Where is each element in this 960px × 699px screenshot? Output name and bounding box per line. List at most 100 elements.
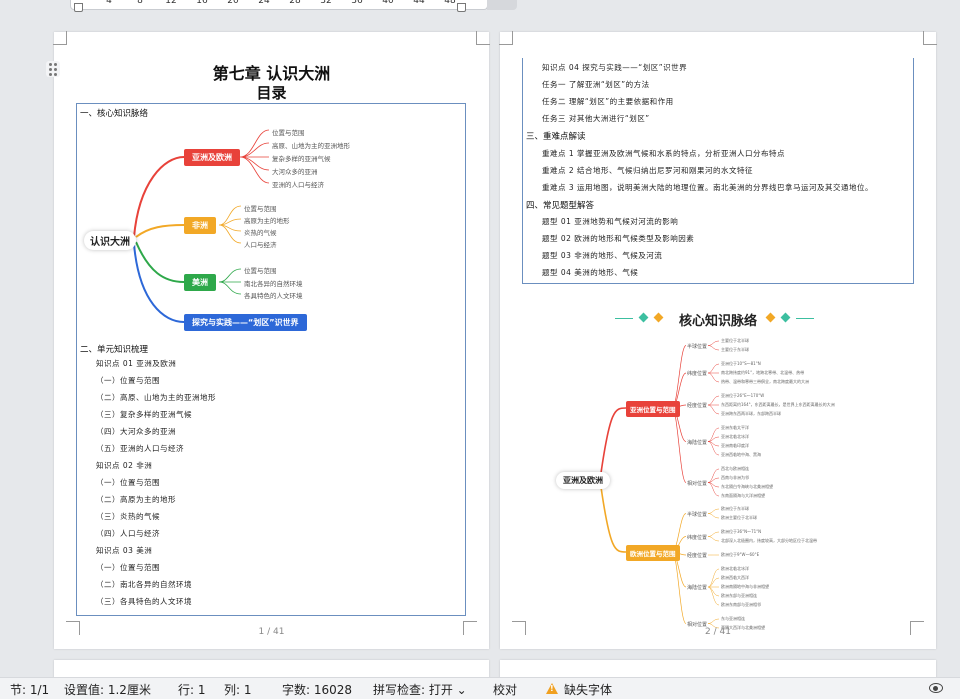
mindmap2-connector xyxy=(707,482,720,497)
status-bar: 节: 1/1 设置值: 1.2厘米 行: 1 列: 1 字数: 16028 拼写… xyxy=(0,677,960,699)
horizontal-ruler[interactable]: 4 8 12 16 20 24 28 32 36 40 44 48 xyxy=(70,0,517,12)
mindmap-connectors xyxy=(133,129,270,323)
ruler-tick-label: 48 xyxy=(444,0,456,6)
mindmap-leaf: 人口与经济 xyxy=(244,241,277,249)
mindmap2-connector xyxy=(671,551,687,624)
mindmap2-connector xyxy=(707,427,720,442)
mindmap2-sub-node: 海陆位置 xyxy=(687,585,708,591)
outline-item: （四）人口与经济 xyxy=(96,529,160,538)
ruler-tick-label: 20 xyxy=(227,0,239,6)
mindmap2-connector xyxy=(671,407,687,483)
mindmap2-leaf: 西南与非洲为邻 xyxy=(721,475,749,480)
mindmap2-connectors xyxy=(599,340,720,629)
missing-font-button[interactable]: 缺失字体 xyxy=(564,681,612,698)
mindmap2-connector xyxy=(707,395,720,406)
mindmap2-connector xyxy=(707,586,720,606)
outline-item: （一）位置与范围 xyxy=(96,563,160,572)
outline-item: （二）高原、山地为主的亚洲地形 xyxy=(96,393,216,402)
outline-item: （五）亚洲的人口与经济 xyxy=(96,444,184,453)
mindmap2-connector xyxy=(707,363,720,374)
mindmap2-connector xyxy=(707,340,720,346)
mindmap2-leaf: 亚洲跨东西两半球，东部跨西半球 xyxy=(721,411,781,416)
mindmap-leaf: 位置与范围 xyxy=(244,267,277,275)
mindmap2-leaf: 亚洲东临太平洋 xyxy=(721,425,749,430)
document-page-2[interactable]: 知识点 04 探究与实践——“划区”识世界 任务一 了解亚洲“划区”的方法 任务二 … xyxy=(499,31,937,649)
mindmap2-connector xyxy=(707,468,720,483)
mindmap2-leaf: 南北跨纬度约91°，地跨北寒带、北温带、热带 xyxy=(721,370,805,375)
mindmap2-connector xyxy=(671,345,687,409)
mindmap-leaf: 高原为主的地形 xyxy=(244,217,290,225)
outline-item: （三）各具特色的人文环境 xyxy=(96,597,192,606)
column-indicator[interactable]: 列: 1 xyxy=(224,681,252,698)
mindmap-branch-explore: 探究与实践——“划区”识世界 xyxy=(184,314,307,331)
mindmap-leaf: 位置与范围 xyxy=(244,205,277,213)
ruler-tick-label: 32 xyxy=(320,0,332,6)
mindmap-leaf: 亚洲的人口与经济 xyxy=(272,181,324,189)
left-indent-marker[interactable] xyxy=(74,3,83,12)
mindmap2-leaf: 北部深入北极圈内，纬度较高，大部分地区位于北温带 xyxy=(721,538,817,543)
document-page-1[interactable]: 第七章 认识大洲 目录 一、核心知识脉络 认识大洲 亚洲及欧洲 非洲 美洲 探究… xyxy=(53,31,490,649)
mindmap2-sub-node: 纬度位置 xyxy=(687,371,708,377)
mindmap2-connector xyxy=(707,586,720,597)
mindmap2-branch: 欧洲位置与范围 xyxy=(626,545,680,561)
outline-item: （一）位置与范围 xyxy=(96,376,160,385)
right-indent-marker[interactable] xyxy=(457,3,466,12)
page-number: 2 / 41 xyxy=(705,627,731,637)
mindmap2-leaf: 欧洲西临大西洋 xyxy=(721,575,749,580)
mindmap2-connector xyxy=(707,531,720,537)
mindmap-leaf: 复杂多样的亚洲气候 xyxy=(272,155,331,163)
outline-topic: 知识点 02 非洲 xyxy=(96,461,153,470)
mindmap2-sub-node: 相对位置 xyxy=(687,480,708,487)
eye-protection-icon[interactable] xyxy=(929,683,943,693)
mindmap2-leaf: 东与亚洲相连 xyxy=(721,616,745,621)
proofread-button[interactable]: 校对 xyxy=(493,681,517,698)
mindmap2-leaf: 主要位于东半球 xyxy=(721,347,749,352)
ruler-tick-label: 40 xyxy=(382,0,394,6)
mindmap-leaf: 南北各异的自然环境 xyxy=(244,280,303,288)
mindmap2-connector xyxy=(599,479,627,553)
outline-item: （一）位置与范围 xyxy=(96,478,160,487)
mindmap2-leaf: 亚洲北临北冰洋 xyxy=(721,434,749,439)
mindmap-leaf: 各具特色的人文环境 xyxy=(244,292,303,300)
mindmap-leaf: 大河众多的亚洲 xyxy=(272,168,318,176)
mindmap2-connector xyxy=(707,372,720,383)
mindmap2-leaf: 热带、温带和寒带三带俱全，南北跨度最大的大洲 xyxy=(721,379,809,384)
spell-check-toggle[interactable]: 拼写检查: 打开 ⌄ xyxy=(373,681,467,698)
page-number: 1 / 41 xyxy=(258,627,285,637)
mindmap-branch-america: 美洲 xyxy=(184,274,216,291)
mindmap2-connector xyxy=(707,568,720,588)
mindmap2-leaf: 东南面隔海与大洋洲相望 xyxy=(721,493,765,498)
mindmap2-sub-node: 纬度位置 xyxy=(687,534,708,541)
mindmap-leaf: 炎热的气候 xyxy=(244,229,277,237)
outline-item: （四）大河众多的亚洲 xyxy=(96,427,176,436)
outline-item: （二）南北各异的自然环境 xyxy=(96,580,192,589)
word-count[interactable]: 字数: 16028 xyxy=(282,681,352,698)
mindmap2-leaf: 西北与欧洲相连 xyxy=(721,466,749,471)
ruler-tick-label: 24 xyxy=(258,0,270,6)
mindmap2-sub-node: 经度位置 xyxy=(687,403,708,409)
mindmap2-connector xyxy=(707,577,720,588)
ruler-tick-label: 44 xyxy=(413,0,425,6)
section-indicator[interactable]: 节: 1/1 xyxy=(10,681,49,698)
mindmap2-leaf: 欧洲东部与亚洲相连 xyxy=(721,593,757,598)
ruler-tick-label: 4 xyxy=(106,0,112,6)
mindmap2-leaf: 欧洲位于9°W～60°E xyxy=(721,552,760,557)
outline-item: （三）炎热的气候 xyxy=(96,512,160,521)
row-indicator[interactable]: 行: 1 xyxy=(178,681,206,698)
mindmap2-leaf: 欧洲位于东半球 xyxy=(721,506,749,511)
mindmap2-sub-node: 经度位置 xyxy=(687,553,708,559)
mindmap-center-node: 认识大洲 xyxy=(84,231,136,250)
ruler-tick-label: 28 xyxy=(289,0,301,6)
mindmap2-connector xyxy=(707,345,720,351)
mindmap2-leaf: 欧洲东南部与亚洲相邻 xyxy=(721,602,761,607)
mindmap2-connector xyxy=(707,404,720,415)
mindmap2-sub-node: 海陆位置 xyxy=(687,439,708,446)
warning-icon xyxy=(546,683,558,694)
mindmap-leaf: 高原、山地为主的亚洲地形 xyxy=(272,142,350,150)
outline-item: （二）高原为主的地形 xyxy=(96,495,176,504)
mindmap2-branch: 亚洲位置与范围 xyxy=(626,401,680,417)
setting-indicator[interactable]: 设置值: 1.2厘米 xyxy=(64,681,151,698)
mindmap2-leaf: 欧洲南隔地中海与非洲相望 xyxy=(721,584,769,589)
drag-handle-icon[interactable] xyxy=(46,61,60,77)
mindmap2-connector xyxy=(707,508,720,514)
